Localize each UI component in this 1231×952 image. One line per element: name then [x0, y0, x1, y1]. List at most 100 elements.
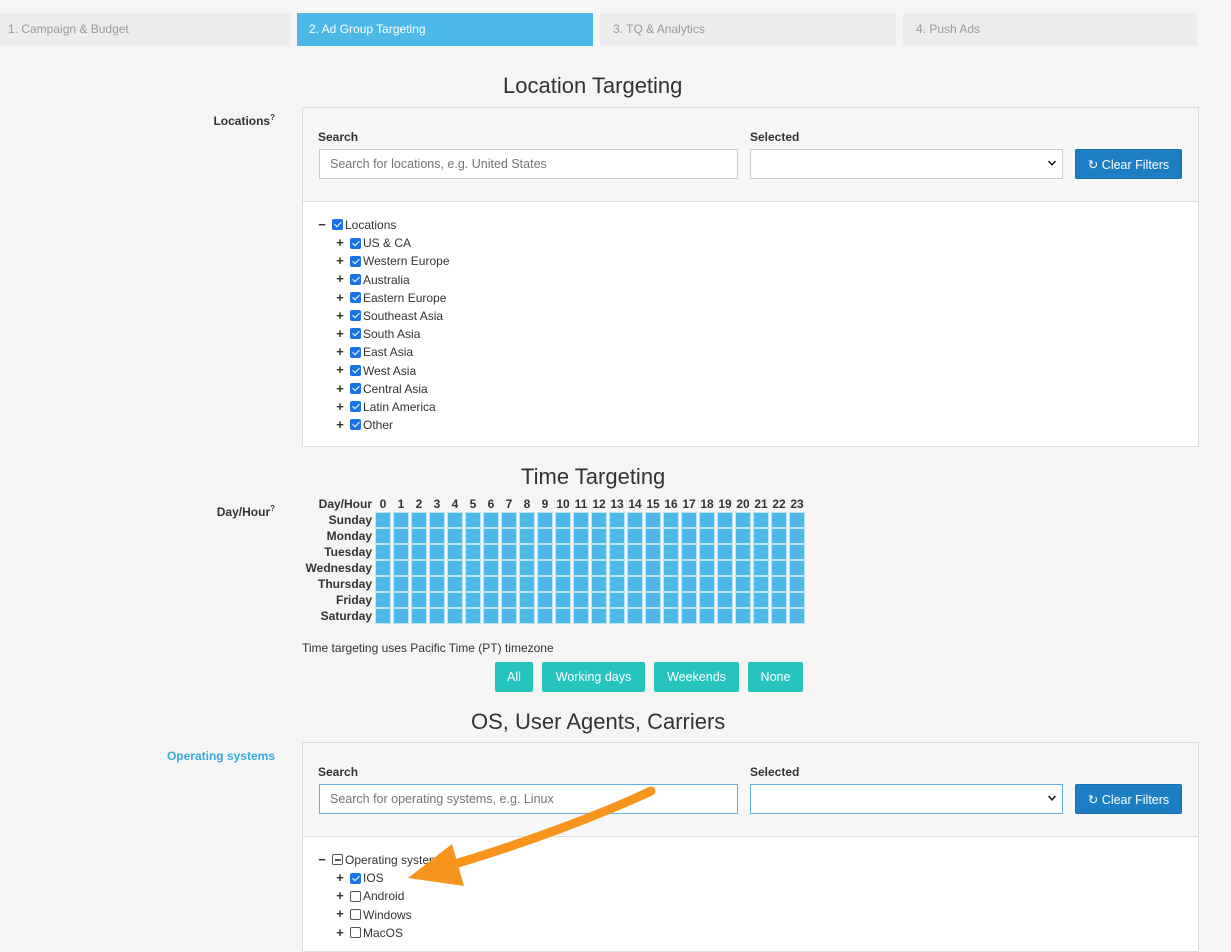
hour-cell[interactable]: [411, 512, 427, 528]
hour-cell[interactable]: [411, 608, 427, 624]
hour-cell[interactable]: [717, 592, 733, 608]
location-tree-item[interactable]: + West Asia: [335, 361, 450, 379]
hour-cell[interactable]: [699, 528, 715, 544]
hour-cell[interactable]: [483, 592, 499, 608]
hour-cell[interactable]: [591, 528, 607, 544]
hour-cell[interactable]: [501, 544, 517, 560]
expand-icon[interactable]: +: [335, 289, 345, 307]
hour-cell[interactable]: [645, 544, 661, 560]
location-item-checkbox[interactable]: [350, 255, 361, 267]
hour-cell[interactable]: [591, 592, 607, 608]
hour-cell[interactable]: [717, 528, 733, 544]
hour-cell[interactable]: [393, 544, 409, 560]
os-clear-filters-button[interactable]: ↻ Clear Filters: [1075, 784, 1182, 814]
help-icon[interactable]: ?: [270, 504, 275, 513]
hour-cell[interactable]: [645, 576, 661, 592]
hour-cell[interactable]: [501, 512, 517, 528]
expand-icon[interactable]: +: [335, 343, 345, 361]
hour-cell[interactable]: [393, 560, 409, 576]
hour-cell[interactable]: [501, 528, 517, 544]
hour-cell[interactable]: [573, 560, 589, 576]
hour-cell[interactable]: [537, 512, 553, 528]
hour-cell[interactable]: [663, 560, 679, 576]
collapse-icon[interactable]: −: [317, 851, 327, 869]
hour-cell[interactable]: [771, 512, 787, 528]
hour-cell[interactable]: [519, 512, 535, 528]
hour-cell[interactable]: [645, 512, 661, 528]
step-tq-analytics[interactable]: 3. TQ & Analytics: [600, 13, 896, 46]
hour-cell[interactable]: [609, 576, 625, 592]
hour-cell[interactable]: [411, 528, 427, 544]
hour-cell[interactable]: [753, 560, 769, 576]
hour-cell[interactable]: [627, 560, 643, 576]
day-row-label[interactable]: Sunday: [304, 512, 373, 528]
hour-cell[interactable]: [753, 512, 769, 528]
hour-cell[interactable]: [429, 592, 445, 608]
hour-header[interactable]: 1: [393, 496, 409, 512]
tree-root-operating-systems[interactable]: − Operating systems: [317, 850, 445, 868]
hour-cell[interactable]: [465, 544, 481, 560]
os-tree-item[interactable]: + MacOS: [335, 923, 445, 941]
hour-cell[interactable]: [627, 608, 643, 624]
hour-cell[interactable]: [645, 592, 661, 608]
hour-cell[interactable]: [789, 576, 805, 592]
hour-cell[interactable]: [447, 512, 463, 528]
hour-cell[interactable]: [555, 528, 571, 544]
step-push-ads[interactable]: 4. Push Ads: [903, 13, 1197, 46]
hour-cell[interactable]: [699, 592, 715, 608]
help-icon[interactable]: ?: [270, 113, 275, 122]
hour-cell[interactable]: [519, 608, 535, 624]
hour-cell[interactable]: [609, 512, 625, 528]
hour-header[interactable]: 6: [483, 496, 499, 512]
location-tree-item[interactable]: + Australia: [335, 270, 450, 288]
hour-cell[interactable]: [537, 592, 553, 608]
hour-cell[interactable]: [699, 544, 715, 560]
hour-cell[interactable]: [789, 592, 805, 608]
hour-cell[interactable]: [789, 528, 805, 544]
hour-cell[interactable]: [375, 608, 391, 624]
hour-cell[interactable]: [537, 560, 553, 576]
hour-cell[interactable]: [663, 592, 679, 608]
expand-icon[interactable]: +: [335, 887, 345, 905]
hour-cell[interactable]: [429, 528, 445, 544]
hour-cell[interactable]: [699, 608, 715, 624]
hour-cell[interactable]: [483, 560, 499, 576]
hour-cell[interactable]: [609, 608, 625, 624]
hour-header[interactable]: 8: [519, 496, 535, 512]
os-search-input[interactable]: [319, 784, 738, 814]
hour-cell[interactable]: [645, 528, 661, 544]
hour-cell[interactable]: [429, 560, 445, 576]
hour-header[interactable]: 11: [573, 496, 589, 512]
hour-cell[interactable]: [537, 608, 553, 624]
hour-cell[interactable]: [429, 512, 445, 528]
hour-cell[interactable]: [447, 528, 463, 544]
hour-cell[interactable]: [375, 560, 391, 576]
hour-cell[interactable]: [645, 560, 661, 576]
hour-cell[interactable]: [591, 512, 607, 528]
hour-cell[interactable]: [465, 528, 481, 544]
hour-header[interactable]: 18: [699, 496, 715, 512]
location-tree-item[interactable]: + South Asia: [335, 324, 450, 342]
hour-cell[interactable]: [699, 576, 715, 592]
hour-cell[interactable]: [411, 560, 427, 576]
checkbox-locations[interactable]: [332, 219, 343, 231]
hour-cell[interactable]: [375, 512, 391, 528]
step-ad-group-targeting[interactable]: 2. Ad Group Targeting: [297, 13, 593, 46]
hour-cell[interactable]: [789, 608, 805, 624]
hour-header[interactable]: 14: [627, 496, 643, 512]
hour-cell[interactable]: [393, 608, 409, 624]
hour-cell[interactable]: [447, 544, 463, 560]
time-working-days-button[interactable]: Working days: [542, 662, 645, 692]
expand-icon[interactable]: +: [335, 252, 345, 270]
step-campaign-budget[interactable]: 1. Campaign & Budget: [0, 13, 290, 46]
hour-header[interactable]: 5: [465, 496, 481, 512]
operating-systems-tab[interactable]: Operating systems: [75, 749, 275, 763]
hour-cell[interactable]: [375, 576, 391, 592]
hour-header[interactable]: 22: [771, 496, 787, 512]
hour-cell[interactable]: [411, 544, 427, 560]
expand-icon[interactable]: +: [335, 234, 345, 252]
hour-cell[interactable]: [771, 560, 787, 576]
hour-cell[interactable]: [465, 560, 481, 576]
hour-cell[interactable]: [555, 560, 571, 576]
hour-cell[interactable]: [375, 592, 391, 608]
